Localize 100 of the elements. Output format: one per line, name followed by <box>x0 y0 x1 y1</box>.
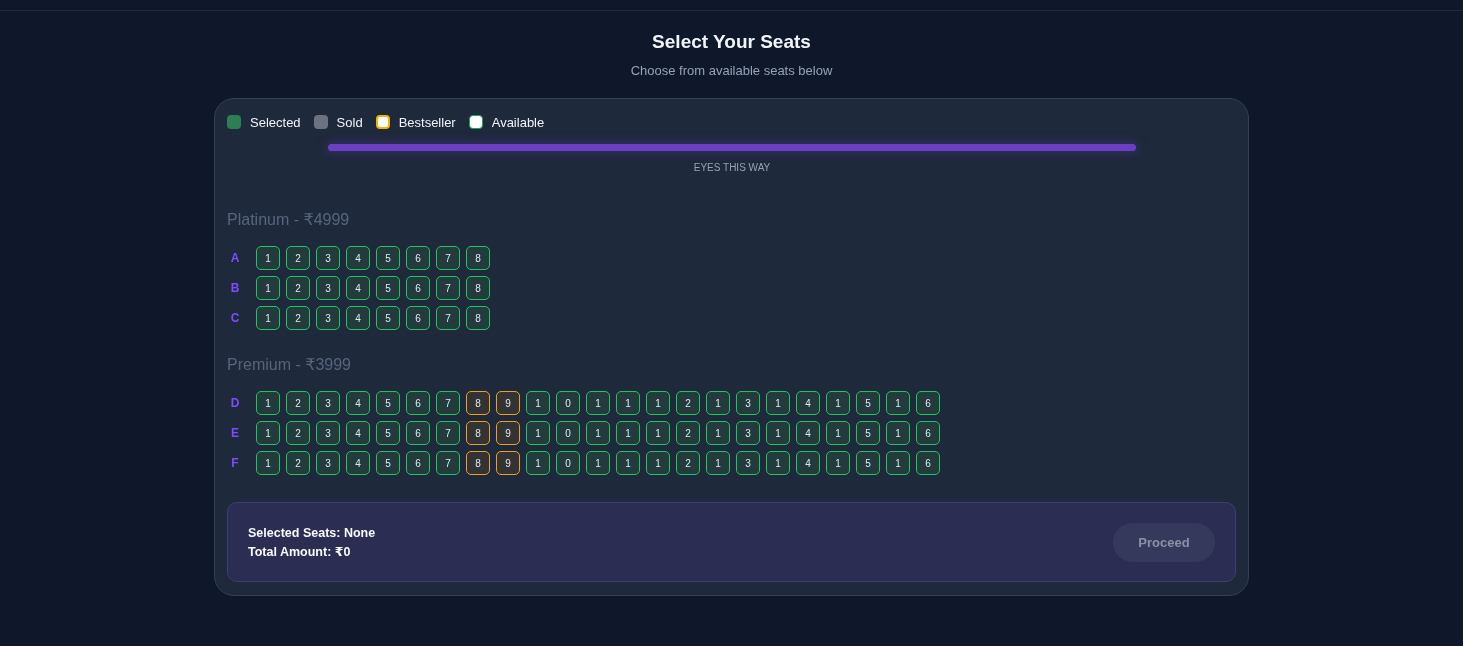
seat-button[interactable]: 1 <box>526 451 550 475</box>
seat-button[interactable]: 2 <box>676 391 700 415</box>
seat-button[interactable]: 6 <box>406 451 430 475</box>
seat-button[interactable]: 3 <box>316 421 340 445</box>
seat-button[interactable]: 1 <box>256 391 280 415</box>
seat-button[interactable]: 5 <box>376 276 400 300</box>
seat-button[interactable]: 1 <box>826 451 850 475</box>
seat-button[interactable]: 1 <box>766 451 790 475</box>
seat-button[interactable]: 3 <box>736 451 760 475</box>
seat-button[interactable]: 7 <box>436 451 460 475</box>
seat-button[interactable]: 6 <box>406 246 430 270</box>
seat-button[interactable]: 6 <box>916 451 940 475</box>
seat-button[interactable]: 2 <box>286 306 310 330</box>
seat-button[interactable]: 1 <box>526 391 550 415</box>
seat-button[interactable]: 2 <box>676 451 700 475</box>
seat-button[interactable]: 7 <box>436 276 460 300</box>
seat-button[interactable]: 4 <box>346 391 370 415</box>
seat-button[interactable]: 7 <box>436 391 460 415</box>
seat-button[interactable]: 4 <box>346 306 370 330</box>
row-label: D <box>229 396 241 410</box>
seat-button[interactable]: 1 <box>706 421 730 445</box>
page-title: Select Your Seats <box>652 31 811 53</box>
seat-button[interactable]: 3 <box>736 391 760 415</box>
seat-button[interactable]: 5 <box>376 421 400 445</box>
seat-button[interactable]: 8 <box>466 421 490 445</box>
seat-button[interactable]: 1 <box>256 421 280 445</box>
seat-button[interactable]: 5 <box>376 391 400 415</box>
seat-button[interactable]: 1 <box>706 391 730 415</box>
seat-button[interactable]: 1 <box>256 306 280 330</box>
seat-button[interactable]: 1 <box>586 451 610 475</box>
seat-button[interactable]: 1 <box>766 421 790 445</box>
seat-button[interactable]: 9 <box>496 391 520 415</box>
screen-label: EYES THIS WAY <box>693 162 771 173</box>
seat-button[interactable]: 1 <box>826 391 850 415</box>
seat-button[interactable]: 1 <box>646 451 670 475</box>
seat-button[interactable]: 2 <box>286 391 310 415</box>
seat-button[interactable]: 4 <box>346 451 370 475</box>
seat-button[interactable]: 6 <box>406 421 430 445</box>
seat-button[interactable]: 5 <box>856 451 880 475</box>
seat-button[interactable]: 0 <box>556 451 580 475</box>
seat-button[interactable]: 6 <box>406 306 430 330</box>
seat-button[interactable]: 1 <box>586 421 610 445</box>
seat-button[interactable]: 4 <box>346 246 370 270</box>
seat-button[interactable]: 5 <box>856 421 880 445</box>
seat-button[interactable]: 1 <box>616 451 640 475</box>
seat-button[interactable]: 7 <box>436 246 460 270</box>
seat-button[interactable]: 6 <box>916 391 940 415</box>
row-label: A <box>229 251 241 265</box>
seat-button[interactable]: 6 <box>916 421 940 445</box>
seat-button[interactable]: 1 <box>586 391 610 415</box>
seat-button[interactable]: 5 <box>376 451 400 475</box>
seat-button[interactable]: 8 <box>466 391 490 415</box>
seat-button[interactable]: 5 <box>856 391 880 415</box>
seat-button[interactable]: 0 <box>556 421 580 445</box>
seat-button[interactable]: 4 <box>796 451 820 475</box>
seat-button[interactable]: 1 <box>886 391 910 415</box>
seat-button[interactable]: 1 <box>256 276 280 300</box>
seat-button[interactable]: 3 <box>736 421 760 445</box>
seat-button[interactable]: 1 <box>766 391 790 415</box>
seat-button[interactable]: 2 <box>676 421 700 445</box>
seat-button[interactable]: 1 <box>646 391 670 415</box>
seat-button[interactable]: 1 <box>616 391 640 415</box>
seat-button[interactable]: 2 <box>286 451 310 475</box>
seat-button[interactable]: 2 <box>286 276 310 300</box>
seat-button[interactable]: 8 <box>466 306 490 330</box>
seat-button[interactable]: 9 <box>496 421 520 445</box>
seat-button[interactable]: 3 <box>316 306 340 330</box>
seat-button[interactable]: 9 <box>496 451 520 475</box>
seat-button[interactable]: 1 <box>526 421 550 445</box>
seat-button[interactable]: 1 <box>886 421 910 445</box>
seat-button[interactable]: 1 <box>826 421 850 445</box>
seat-button[interactable]: 3 <box>316 391 340 415</box>
section-title: Platinum - ₹4999 <box>227 210 351 229</box>
seat-button[interactable]: 4 <box>346 276 370 300</box>
seat-button[interactable]: 8 <box>466 276 490 300</box>
seat-button[interactable]: 2 <box>286 421 310 445</box>
seat-button[interactable]: 3 <box>316 451 340 475</box>
seat-button[interactable]: 3 <box>316 246 340 270</box>
seat-button[interactable]: 4 <box>796 421 820 445</box>
seat-button[interactable]: 5 <box>376 306 400 330</box>
seat-button[interactable]: 7 <box>436 421 460 445</box>
seat-button[interactable]: 6 <box>406 391 430 415</box>
seat-button[interactable]: 1 <box>616 421 640 445</box>
row-label: F <box>230 456 240 470</box>
seat-button[interactable]: 8 <box>466 451 490 475</box>
seat-button[interactable]: 4 <box>346 421 370 445</box>
seat-button[interactable]: 6 <box>406 276 430 300</box>
row-label: B <box>229 281 241 295</box>
seat-button[interactable]: 7 <box>436 306 460 330</box>
seat-button[interactable]: 1 <box>256 246 280 270</box>
seat-button[interactable]: 8 <box>466 246 490 270</box>
seat-button[interactable]: 5 <box>376 246 400 270</box>
seat-button[interactable]: 1 <box>706 451 730 475</box>
seat-button[interactable]: 1 <box>256 451 280 475</box>
seat-button[interactable]: 2 <box>286 246 310 270</box>
seat-button[interactable]: 1 <box>886 451 910 475</box>
seat-button[interactable]: 4 <box>796 391 820 415</box>
seat-button[interactable]: 3 <box>316 276 340 300</box>
seat-button[interactable]: 1 <box>646 421 670 445</box>
seat-button[interactable]: 0 <box>556 391 580 415</box>
